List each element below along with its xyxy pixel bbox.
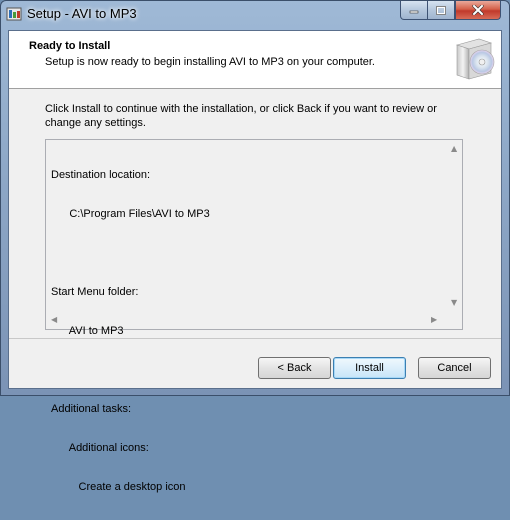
memo-text: Destination location: C:\Program Files\A…	[51, 143, 210, 520]
memo-line: Start Menu folder:	[51, 286, 139, 298]
maximize-icon	[436, 5, 446, 15]
page-title: Ready to Install	[29, 40, 111, 52]
memo-line: Destination location:	[51, 169, 151, 181]
vertical-scrollbar[interactable]: ▲ ▼	[448, 140, 462, 312]
scroll-up-icon[interactable]: ▲	[451, 144, 457, 153]
memo-line: Create a desktop icon	[51, 481, 186, 493]
horizontal-scrollbar[interactable]: ◀ ▶	[46, 312, 448, 329]
scroll-left-icon[interactable]: ◀	[51, 315, 57, 324]
install-instructions: Click Install to continue with the insta…	[45, 103, 437, 129]
scroll-down-icon[interactable]: ▼	[451, 298, 457, 307]
ready-memo[interactable]: Destination location: C:\Program Files\A…	[45, 139, 463, 493]
back-button[interactable]: < Back	[258, 357, 331, 379]
wizard-page: Ready to Install Setup is now ready to b…	[8, 30, 502, 493]
minimize-button[interactable]	[400, 1, 428, 20]
memo-line: Additional icons:	[51, 442, 149, 454]
setup-app-icon	[6, 7, 22, 21]
close-button[interactable]	[455, 1, 501, 20]
minimize-icon	[409, 10, 419, 14]
memo-line: C:\Program Files\AVI to MP3	[51, 208, 210, 220]
setup-window: Setup - AVI to MP3 Ready to Install Setu…	[0, 0, 510, 493]
window-title: Setup - AVI to MP3	[27, 6, 137, 21]
title-bar[interactable]: Setup - AVI to MP3	[1, 1, 509, 29]
close-icon	[472, 5, 484, 15]
scroll-right-icon[interactable]: ▶	[431, 315, 437, 324]
install-box-icon	[455, 38, 495, 80]
page-subtitle: Setup is now ready to begin installing A…	[45, 56, 375, 68]
maximize-button[interactable]	[428, 1, 455, 20]
footer-divider	[9, 338, 501, 339]
memo-line	[51, 364, 210, 377]
wizard-header: Ready to Install Setup is now ready to b…	[9, 31, 501, 89]
install-button[interactable]: Install	[333, 357, 406, 379]
memo-line: Additional tasks:	[51, 403, 132, 415]
memo-line	[51, 247, 210, 260]
cancel-button[interactable]: Cancel	[418, 357, 491, 379]
